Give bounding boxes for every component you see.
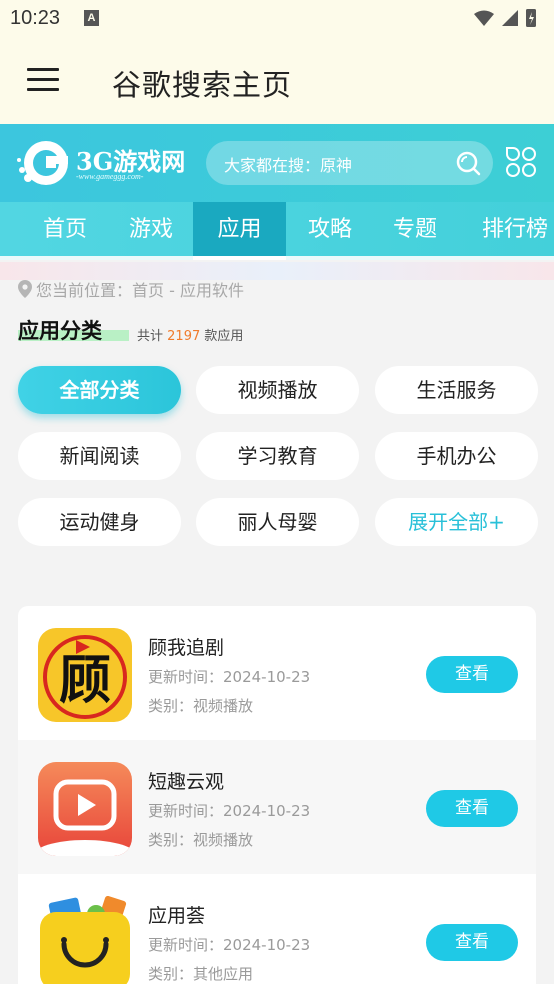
category-beauty-baby[interactable]: 丽人母婴 (196, 498, 359, 546)
count-suffix: 款应用 (204, 329, 244, 344)
section-title: 应用分类 (18, 319, 102, 343)
view-button[interactable]: 查看 (426, 656, 518, 693)
view-button[interactable]: 查看 (426, 790, 518, 827)
category-video[interactable]: 视频播放 (196, 366, 359, 414)
app-bar: 谷歌搜索主页 (0, 38, 554, 124)
category-news[interactable]: 新闻阅读 (18, 432, 181, 480)
app-list: 顾 顾我追剧 更新时间：2024-10-23 类别：视频播放 查看 短趣云观 更… (18, 606, 536, 984)
nav-item-topics[interactable]: 专题 (370, 202, 460, 260)
category-all[interactable]: 全部分类 (18, 366, 181, 414)
app-name: 短趣云观 (148, 771, 225, 793)
notification-icon: A (84, 10, 99, 26)
nav-item-games[interactable]: 游戏 (106, 202, 196, 260)
guwo-icon: 顾 (38, 628, 132, 722)
menu-icon[interactable] (27, 68, 59, 92)
main-nav: 首页 游戏 应用 攻略 专题 排行榜 (0, 202, 554, 260)
nav-item-guides[interactable]: 攻略 (285, 202, 375, 260)
nav-item-apps[interactable]: 应用 (193, 202, 286, 260)
app-name: 应用荟 (148, 905, 206, 927)
play-video-icon (38, 762, 132, 856)
search-input[interactable]: 大家都在搜：原神 (206, 141, 493, 185)
site-logo[interactable]: 3G游戏网 -www.gameggg.com- (16, 138, 191, 188)
logo-subtext: -www.gameggg.com- (76, 172, 144, 181)
app-category: 类别：视频播放 (148, 697, 254, 715)
breadcrumb-text: 您当前位置：首页 - 应用软件 (36, 281, 244, 300)
nav-item-home[interactable]: 首页 (20, 202, 110, 260)
signal-icon (502, 10, 518, 26)
category-expand-all[interactable]: 展开全部+ (375, 498, 538, 546)
category-fitness[interactable]: 运动健身 (18, 498, 181, 546)
category-office[interactable]: 手机办公 (375, 432, 538, 480)
count-prefix: 共计 (137, 329, 164, 344)
wifi-icon (474, 10, 494, 26)
search-placeholder: 大家都在搜：原神 (224, 156, 353, 175)
view-button[interactable]: 查看 (426, 924, 518, 961)
app-category: 类别：视频播放 (148, 831, 254, 849)
status-icons (474, 9, 536, 27)
nav-item-rankings[interactable]: 排行榜 (470, 202, 554, 260)
search-icon[interactable] (455, 150, 481, 176)
category-education[interactable]: 学习教育 (196, 432, 359, 480)
nav-active-indicator (193, 256, 286, 260)
app-category: 类别：其他应用 (148, 965, 254, 983)
list-item[interactable]: 短趣云观 更新时间：2024-10-23 类别：视频播放 查看 (18, 740, 536, 874)
list-item[interactable]: 顾 顾我追剧 更新时间：2024-10-23 类别：视频播放 查看 (18, 606, 536, 740)
location-pin-icon (18, 280, 32, 298)
site-header: 3G游戏网 -www.gameggg.com- 大家都在搜：原神 (0, 124, 554, 202)
app-updated: 更新时间：2024-10-23 (148, 936, 311, 954)
smile-bag-icon (38, 896, 132, 984)
category-grid-icon[interactable] (505, 146, 537, 178)
logo-g-icon (17, 141, 68, 185)
category-life[interactable]: 生活服务 (375, 366, 538, 414)
app-count: 共计 2197 款应用 (137, 325, 243, 344)
status-bar: 10:23 A (0, 0, 554, 38)
count-value: 2197 (167, 329, 201, 344)
app-updated: 更新时间：2024-10-23 (148, 802, 311, 820)
list-item[interactable]: 应用荟 更新时间：2024-10-23 类别：其他应用 查看 (18, 874, 536, 984)
status-time: 10:23 (10, 7, 61, 29)
breadcrumb: 您当前位置：首页 - 应用软件 (18, 277, 244, 301)
svg-text:顾: 顾 (59, 651, 111, 711)
app-name: 顾我追剧 (148, 637, 225, 659)
page-title: 谷歌搜索主页 (112, 68, 293, 102)
app-updated: 更新时间：2024-10-23 (148, 668, 311, 686)
